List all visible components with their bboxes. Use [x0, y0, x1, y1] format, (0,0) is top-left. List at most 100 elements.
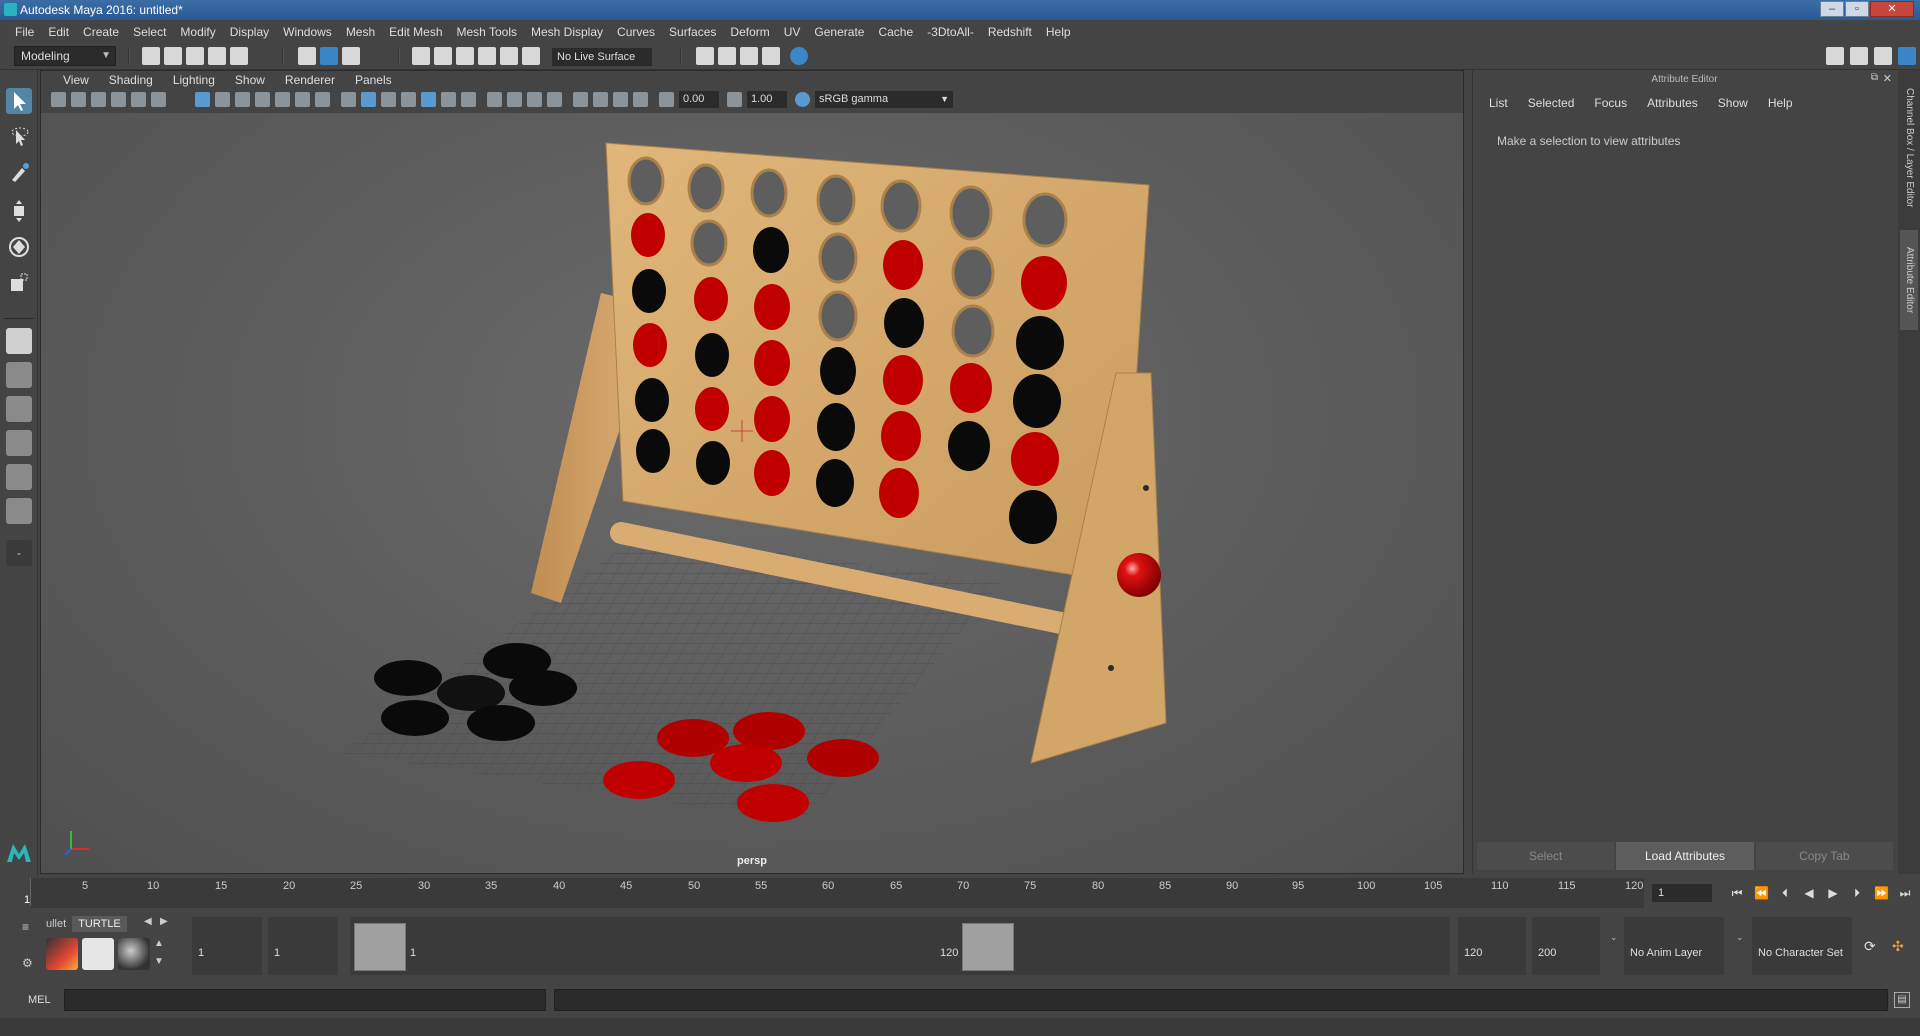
- camera-bookmark-icon[interactable]: [71, 92, 86, 107]
- shadows-icon[interactable]: [461, 92, 476, 107]
- menu-help[interactable]: Help: [1039, 25, 1078, 39]
- go-to-start-icon[interactable]: ⏮: [1730, 886, 1744, 900]
- paint-select-tool-icon[interactable]: [6, 160, 32, 186]
- attr-menu-list[interactable]: List: [1479, 94, 1518, 112]
- menu-edit-mesh[interactable]: Edit Mesh: [382, 25, 449, 39]
- collapse-toolbox-icon[interactable]: -: [6, 540, 32, 566]
- xray-components-icon[interactable]: [633, 92, 648, 107]
- shelf-menu-icon[interactable]: ≡: [22, 920, 29, 934]
- snap-grid-icon[interactable]: [412, 47, 430, 65]
- shelf-scroll-right-icon[interactable]: ▶: [160, 916, 168, 927]
- open-scene-icon[interactable]: [164, 47, 182, 65]
- panel-menu-show[interactable]: Show: [225, 71, 275, 89]
- bookmark-icon[interactable]: [91, 92, 106, 107]
- safe-action-icon[interactable]: [295, 92, 310, 107]
- attr-menu-attributes[interactable]: Attributes: [1637, 94, 1708, 112]
- float-panel-icon[interactable]: ⧉: [1871, 72, 1878, 83]
- gamma-field[interactable]: 1.00: [747, 91, 787, 108]
- exposure-field[interactable]: 0.00: [679, 91, 719, 108]
- step-forward-key-icon[interactable]: ⏩: [1874, 886, 1889, 900]
- color-space-dropdown[interactable]: sRGB gamma ▼: [815, 91, 953, 108]
- panel-menu-panels[interactable]: Panels: [345, 71, 402, 89]
- range-slider-track[interactable]: 1 120: [350, 917, 1450, 975]
- script-editor-icon[interactable]: ▤: [1894, 992, 1910, 1008]
- grid-icon[interactable]: [195, 92, 210, 107]
- auto-key-icon[interactable]: ⟳: [1864, 938, 1876, 955]
- four-view-layout-icon[interactable]: [6, 362, 32, 388]
- gate-mask-icon[interactable]: [255, 92, 270, 107]
- menu-modify[interactable]: Modify: [173, 25, 222, 39]
- film-gate-icon[interactable]: [215, 92, 230, 107]
- rotate-tool-icon[interactable]: [6, 234, 32, 260]
- menu-redshift[interactable]: Redshift: [981, 25, 1039, 39]
- shelf-tab-turtle[interactable]: TURTLE: [72, 916, 127, 932]
- select-tool-icon[interactable]: [6, 88, 32, 114]
- playback-start-field[interactable]: 1: [192, 917, 262, 975]
- panel-menu-shading[interactable]: Shading: [99, 71, 163, 89]
- shelf-down-icon[interactable]: ▼: [154, 956, 164, 967]
- hypershade-layout-icon[interactable]: [6, 464, 32, 490]
- time-slider-track[interactable]: 5 10 15 20 25 30 35 40 45 50 55 60 65 70…: [30, 878, 1644, 908]
- menu-3dtoall[interactable]: -3DtoAll-: [920, 25, 981, 39]
- current-frame-field[interactable]: 1: [1652, 884, 1712, 902]
- playback-end-field[interactable]: 120: [1458, 917, 1526, 975]
- panel-menu-view[interactable]: View: [53, 71, 99, 89]
- persp-outliner-layout-icon[interactable]: [6, 396, 32, 422]
- menu-mesh-tools[interactable]: Mesh Tools: [450, 25, 524, 39]
- play-forward-icon[interactable]: ▶: [1826, 886, 1840, 900]
- menu-cache[interactable]: Cache: [871, 25, 920, 39]
- maximize-icon[interactable]: ▫: [1845, 1, 1869, 17]
- select-object-icon[interactable]: [320, 47, 338, 65]
- anim-layer-dropdown[interactable]: No Anim Layer: [1624, 917, 1724, 975]
- default-material-icon[interactable]: [381, 92, 396, 107]
- menu-mesh-display[interactable]: Mesh Display: [524, 25, 610, 39]
- tab-attribute-editor[interactable]: Attribute Editor: [1900, 230, 1918, 330]
- attr-menu-selected[interactable]: Selected: [1518, 94, 1585, 112]
- motion-blur-icon[interactable]: [507, 92, 522, 107]
- persp-graph-layout-icon[interactable]: [6, 430, 32, 456]
- step-forward-frame-icon[interactable]: ⏵: [1850, 886, 1864, 900]
- xray-icon[interactable]: [593, 92, 608, 107]
- animation-start-field[interactable]: 1: [268, 917, 338, 975]
- menu-generate[interactable]: Generate: [807, 25, 871, 39]
- snap-view-plane-icon[interactable]: [478, 47, 496, 65]
- shelf-scroll-left-icon[interactable]: ◀: [144, 916, 152, 927]
- menu-mesh[interactable]: Mesh: [339, 25, 382, 39]
- modeling-toolkit-icon[interactable]: [1826, 47, 1844, 65]
- shelf-up-icon[interactable]: ▲: [154, 938, 164, 949]
- turtle-render-icon[interactable]: [46, 938, 78, 970]
- play-backward-icon[interactable]: ◀: [1802, 886, 1816, 900]
- snap-curve-icon[interactable]: [434, 47, 452, 65]
- move-tool-icon[interactable]: [6, 198, 32, 224]
- menu-uv[interactable]: UV: [777, 25, 808, 39]
- attr-menu-show[interactable]: Show: [1708, 94, 1758, 112]
- menu-file[interactable]: File: [8, 25, 41, 39]
- step-back-frame-icon[interactable]: ⏴: [1778, 886, 1792, 900]
- render-view-icon[interactable]: [790, 47, 808, 65]
- field-chart-icon[interactable]: [275, 92, 290, 107]
- wireframe-on-shaded-icon[interactable]: [401, 92, 416, 107]
- ipr-render-icon[interactable]: [718, 47, 736, 65]
- range-start-handle[interactable]: [354, 923, 406, 971]
- camera-attributes-icon[interactable]: [51, 92, 66, 107]
- snap-surface-icon[interactable]: [500, 47, 518, 65]
- textured-icon[interactable]: [421, 92, 436, 107]
- anti-aliasing-icon[interactable]: [527, 92, 542, 107]
- menu-edit[interactable]: Edit: [41, 25, 76, 39]
- menu-surfaces[interactable]: Surfaces: [662, 25, 723, 39]
- select-component-icon[interactable]: [342, 47, 360, 65]
- grease-pencil-icon[interactable]: [151, 92, 166, 107]
- mel-language-toggle[interactable]: MEL: [28, 994, 51, 1006]
- outliner-icon[interactable]: [1874, 47, 1892, 65]
- shelf-settings-icon[interactable]: ⚙: [22, 956, 33, 970]
- menu-curves[interactable]: Curves: [610, 25, 662, 39]
- attr-menu-help[interactable]: Help: [1758, 94, 1803, 112]
- live-surface-field[interactable]: No Live Surface: [552, 48, 652, 66]
- undo-icon[interactable]: [208, 47, 226, 65]
- smooth-shade-icon[interactable]: [361, 92, 376, 107]
- mode-dropdown[interactable]: Modeling ▼: [14, 46, 116, 66]
- layout-icon[interactable]: [1850, 47, 1868, 65]
- single-perspective-layout-icon[interactable]: [6, 328, 32, 354]
- menu-windows[interactable]: Windows: [276, 25, 339, 39]
- make-live-icon[interactable]: [522, 47, 540, 65]
